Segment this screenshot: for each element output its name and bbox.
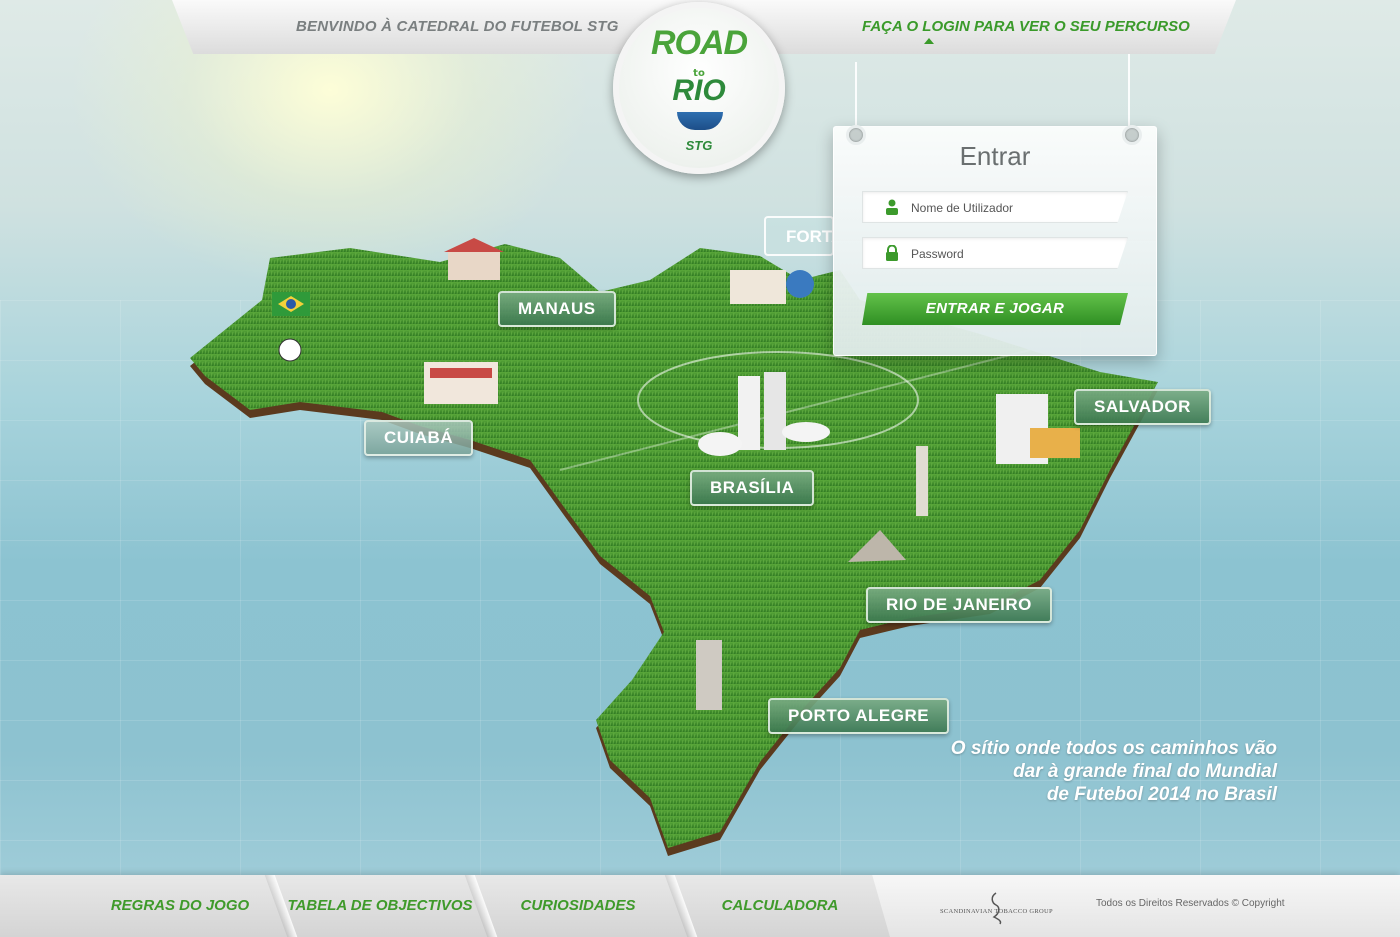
copyright-text: Todos os Direitos Reservados © Copyright (1096, 898, 1285, 909)
company-name: SCANDINAVIAN TOBACCO GROUP (940, 908, 1053, 915)
logo-text-rio: RIO (672, 74, 726, 107)
login-prompt-link[interactable]: FAÇA O LOGIN PARA VER O SEU PERCURSO (862, 18, 1190, 35)
logo-text-stg: STG (685, 138, 713, 153)
city-label-cuiaba[interactable]: CUIABÁ (364, 420, 474, 456)
password-input[interactable] (909, 238, 1113, 269)
welcome-text: BENVINDO À CATEDRAL DO FUTEBOL STG (296, 18, 619, 35)
password-field[interactable] (862, 237, 1128, 269)
nav-item-curiosidades[interactable]: CURIOSIDADES (478, 875, 678, 937)
username-field[interactable] (862, 191, 1128, 223)
tagline-line-1: O sítio onde todos os caminhos vão (950, 738, 1277, 759)
wave-icon (677, 112, 723, 130)
caret-up-icon (924, 38, 934, 44)
login-submit-button[interactable]: ENTRAR E JOGAR (862, 293, 1128, 325)
nav-item-calculadora[interactable]: CALCULADORA (680, 875, 880, 937)
username-input[interactable] (909, 192, 1113, 223)
tagline-line-2: dar à grande final do Mundial (1013, 761, 1277, 782)
road-to-rio-logo[interactable]: ROAD to RIO STG (613, 2, 785, 174)
tagline: O sítio onde todos os caminhos vão dar à… (905, 737, 1277, 806)
city-label-manaus[interactable]: MANAUS (498, 291, 616, 327)
logo-text-road: ROAD (650, 24, 748, 62)
tagline-line-3: de Futebol 2014 no Brasil (1046, 784, 1277, 805)
user-icon (886, 199, 898, 215)
city-label-fortaleza[interactable]: FORTA (764, 216, 834, 256)
footer-nav: REGRAS DO JOGO TABELA DE OBJECTIVOS CURI… (0, 875, 890, 937)
login-title: Entrar (959, 141, 1031, 171)
city-label-rio-de-janeiro[interactable]: RIO DE JANEIRO (866, 587, 1052, 623)
login-panel: Entrar ENTRAR E JOGAR (833, 125, 1157, 356)
lock-icon (886, 245, 898, 261)
city-label-salvador[interactable]: SALVADOR (1074, 389, 1211, 425)
city-label-brasilia[interactable]: BRASÍLIA (690, 470, 815, 506)
city-label-porto-alegre[interactable]: PORTO ALEGRE (768, 698, 950, 734)
footer: REGRAS DO JOGO TABELA DE OBJECTIVOS CURI… (0, 875, 1400, 937)
nav-item-tabela-de-objectivos[interactable]: TABELA DE OBJECTIVOS (280, 875, 480, 937)
nav-item-regras-do-jogo[interactable]: REGRAS DO JOGO (80, 875, 280, 937)
